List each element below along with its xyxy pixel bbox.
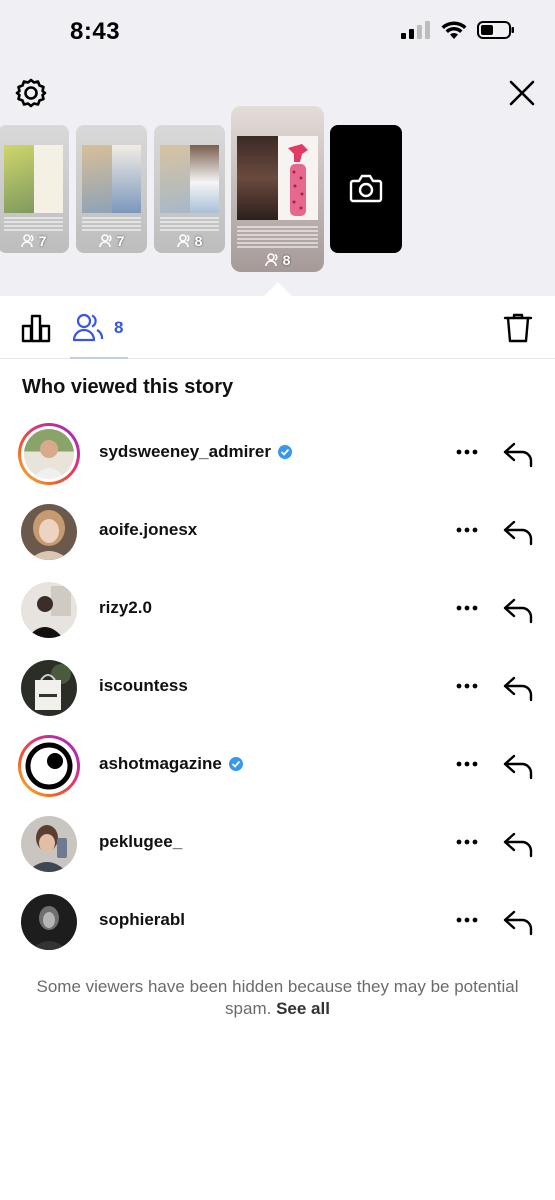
spray-bottle-image — [287, 144, 308, 216]
insights-tab-bar: 8 — [0, 296, 555, 359]
story-thumbnail-selected[interactable]: 8 — [231, 106, 324, 272]
verified-badge-icon — [228, 757, 243, 771]
reply-icon[interactable] — [502, 674, 534, 702]
viewer-row[interactable]: aoife.jonesx — [0, 498, 555, 576]
viewer-username[interactable]: sophierabl — [99, 910, 185, 930]
status-bar: 8:43 — [0, 0, 555, 66]
viewer-username[interactable]: rizy2.0 — [99, 598, 152, 618]
trash-icon[interactable] — [503, 312, 533, 344]
more-icon — [456, 761, 478, 767]
viewer-username[interactable]: sydsweeney_admirer — [99, 442, 293, 462]
avatar[interactable] — [18, 579, 80, 641]
more-options-button[interactable] — [454, 832, 480, 852]
more-options-button[interactable] — [454, 520, 480, 540]
section-title: Who viewed this story — [22, 376, 234, 398]
viewers-icon — [176, 234, 190, 248]
viewer-username[interactable]: iscountess — [99, 676, 188, 696]
more-icon — [456, 605, 478, 611]
viewer-row[interactable]: ashotmagazine — [0, 732, 555, 810]
viewer-row[interactable]: sydsweeney_admirer — [0, 420, 555, 498]
avatar[interactable] — [18, 735, 80, 797]
reply-icon[interactable] — [502, 908, 534, 936]
viewers-icon — [264, 253, 278, 267]
viewer-username[interactable]: aoife.jonesx — [99, 520, 197, 540]
viewers-count: 8 — [114, 318, 124, 337]
story-thumbnail[interactable]: 7 — [76, 125, 147, 253]
avatar[interactable] — [18, 657, 80, 719]
more-icon — [456, 683, 478, 689]
close-icon[interactable] — [505, 76, 539, 110]
reply-icon[interactable] — [502, 830, 534, 858]
story-thumbnail[interactable]: 8 — [154, 125, 225, 253]
verified-badge-icon — [278, 445, 292, 459]
avatar[interactable] — [18, 501, 80, 563]
status-icons — [401, 20, 515, 40]
hidden-viewers-note: Some viewers have been hidden because th… — [36, 977, 519, 1018]
story-viewer-count: 7 — [0, 233, 69, 249]
avatar[interactable] — [18, 891, 80, 953]
story-thumbnail[interactable]: 7 — [0, 125, 69, 253]
viewers-icon — [98, 234, 112, 248]
reply-icon[interactable] — [502, 518, 534, 546]
add-story-camera-button[interactable] — [330, 125, 402, 253]
more-options-button[interactable] — [454, 442, 480, 462]
more-icon — [456, 527, 478, 533]
selected-story-pointer — [264, 282, 292, 296]
more-icon — [456, 917, 478, 923]
story-viewer-count: 8 — [231, 252, 324, 268]
cellular-signal-icon — [401, 21, 430, 39]
tab-viewers[interactable]: 8 — [70, 296, 128, 359]
bar-chart-icon[interactable] — [20, 312, 52, 344]
more-icon — [456, 839, 478, 845]
viewer-username[interactable]: ashotmagazine — [99, 754, 244, 774]
active-tab-indicator — [70, 357, 128, 359]
reply-icon[interactable] — [502, 752, 534, 780]
story-thumbnails: 7 7 8 8 — [0, 106, 555, 276]
camera-icon — [349, 174, 383, 203]
battery-icon — [477, 21, 514, 39]
viewer-username[interactable]: peklugee_ — [99, 832, 182, 852]
viewer-row[interactable]: iscountess — [0, 654, 555, 732]
settings-gear-icon[interactable] — [14, 76, 48, 110]
avatar[interactable] — [18, 813, 80, 875]
viewer-row[interactable]: sophierabl — [0, 888, 555, 966]
more-icon — [456, 449, 478, 455]
status-time: 8:43 — [70, 18, 121, 45]
more-options-button[interactable] — [454, 676, 480, 696]
viewer-row[interactable]: peklugee_ — [0, 810, 555, 888]
avatar[interactable] — [18, 423, 80, 485]
viewers-icon — [72, 313, 104, 342]
more-options-button[interactable] — [454, 910, 480, 930]
wifi-icon — [441, 21, 467, 39]
reply-icon[interactable] — [502, 596, 534, 624]
more-options-button[interactable] — [454, 754, 480, 774]
more-options-button[interactable] — [454, 598, 480, 618]
reply-icon[interactable] — [502, 440, 534, 468]
viewers-icon — [20, 234, 34, 248]
story-viewer-count: 7 — [76, 233, 147, 249]
viewer-row[interactable]: rizy2.0 — [0, 576, 555, 654]
story-viewer-count: 8 — [154, 233, 225, 249]
viewer-list: sydsweeney_admirer aoife.jonesx rizy2.0 … — [0, 420, 555, 966]
see-all-link[interactable]: See all — [276, 999, 330, 1018]
